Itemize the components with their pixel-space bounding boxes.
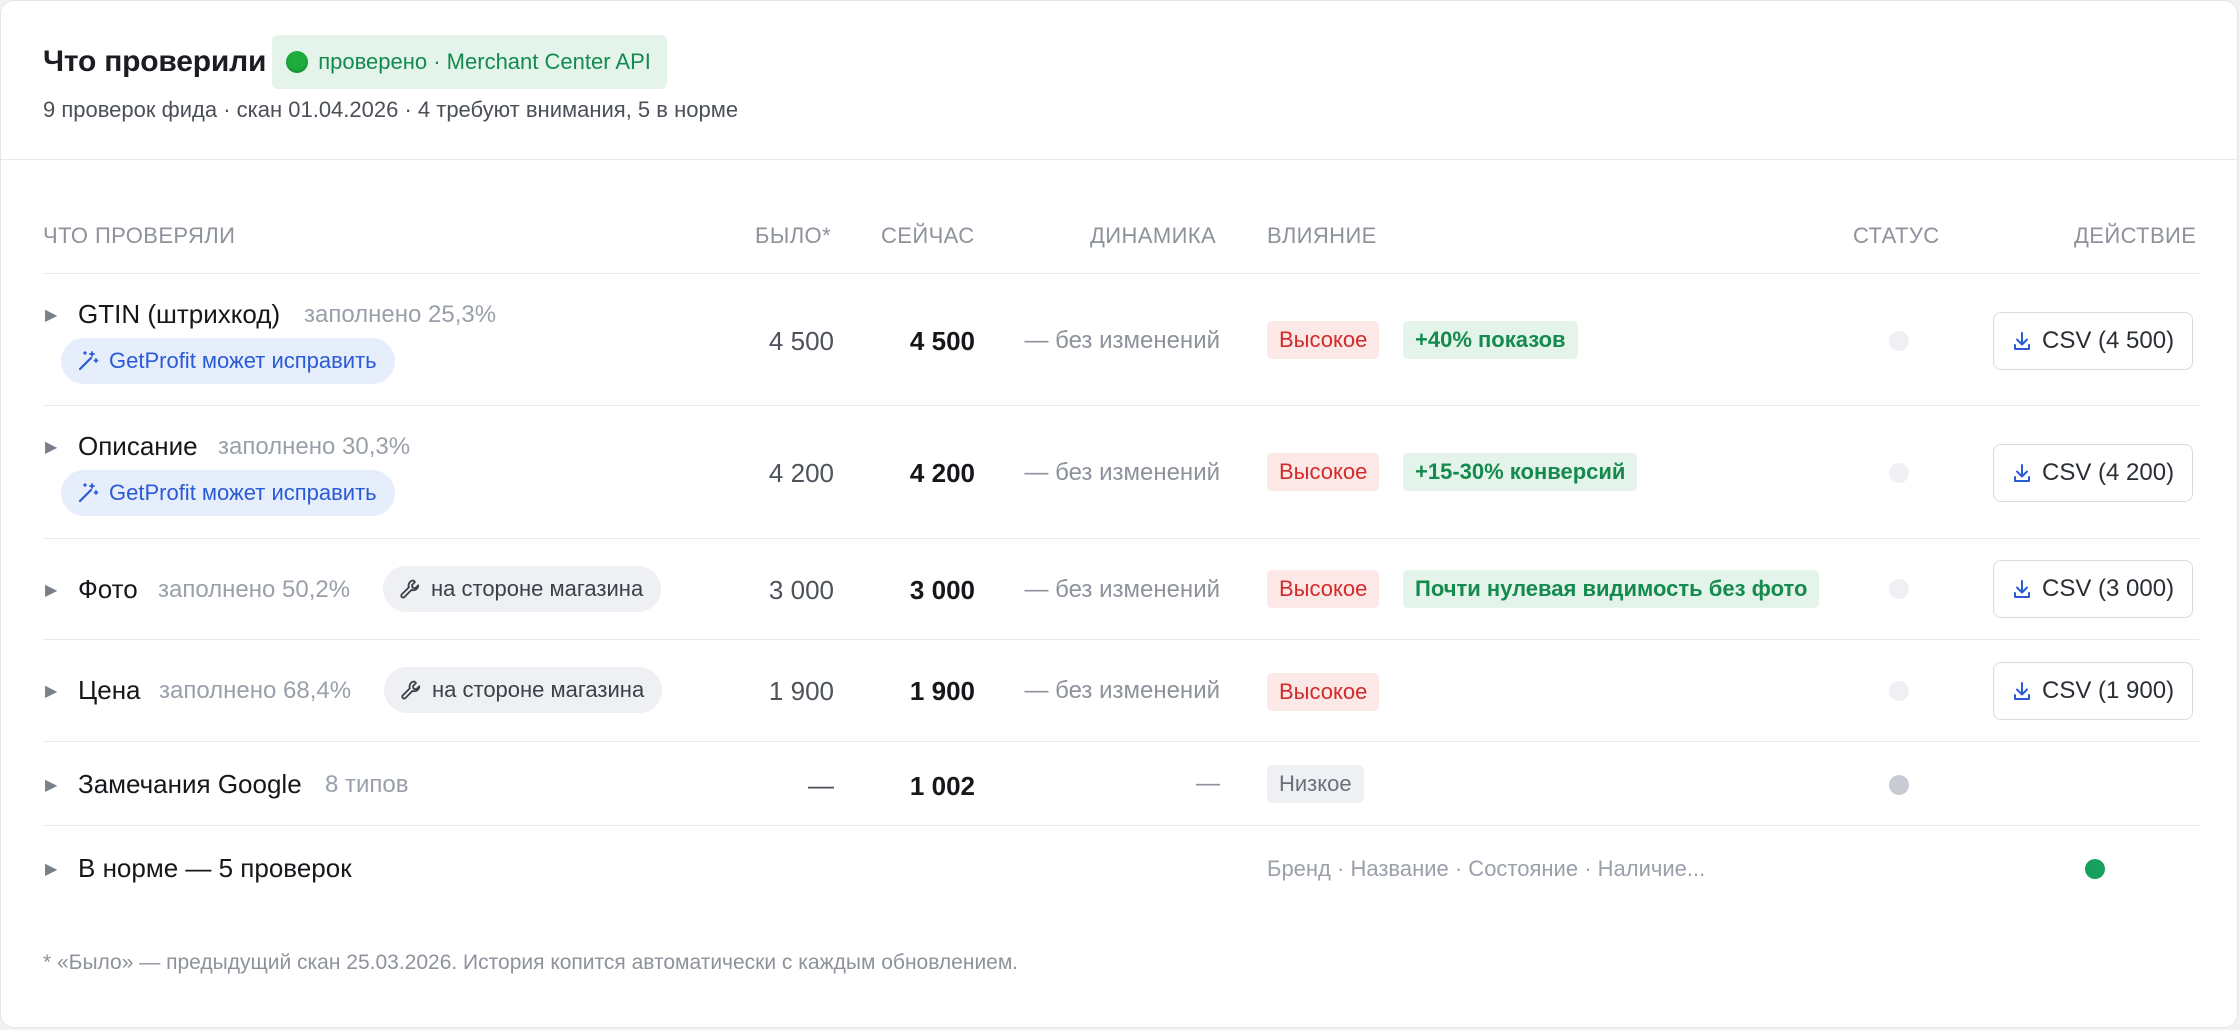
csv-label: CSV (4 200)	[2042, 459, 2175, 486]
status-dot	[1889, 331, 1909, 351]
expand-triangle-icon[interactable]: ▶	[45, 580, 57, 600]
divider	[43, 639, 2199, 640]
card-header: Что проверили проверено · Merchant Cente…	[1, 1, 2237, 160]
row-fill: 8 типов	[325, 771, 409, 798]
row-dynamics: — без изменений	[1024, 459, 1220, 486]
col-header-dynamics: ДИНАМИКА	[1090, 223, 1217, 248]
impact-badge: Высокое	[1267, 673, 1380, 711]
gain-badge: +15-30% конверсий	[1403, 453, 1638, 491]
row-dynamics: —	[1196, 770, 1220, 797]
shop-side-pill: на стороне магазина	[384, 667, 663, 713]
row-was: 3 000	[768, 575, 834, 605]
status-dot	[1889, 463, 1909, 483]
row-now: 1 002	[909, 771, 975, 801]
divider	[43, 405, 2199, 406]
divider	[43, 741, 2199, 742]
card-title: Что проверили	[43, 45, 267, 78]
row-name: Замечания Google	[78, 769, 302, 799]
row-name: Фото	[78, 574, 138, 604]
expand-triangle-icon[interactable]: ▶	[45, 437, 57, 457]
row-dynamics: — без изменений	[1024, 327, 1220, 354]
shop-side-pill: на стороне магазина	[383, 566, 662, 612]
impact-badge: Высокое	[1267, 453, 1380, 491]
csv-label: CSV (4 500)	[2042, 327, 2175, 354]
expand-triangle-icon[interactable]: ▶	[45, 775, 57, 795]
row-name: Цена	[78, 675, 141, 705]
csv-download-button[interactable]: CSV (3 000)	[1993, 560, 2194, 618]
row-now: 4 500	[909, 326, 975, 356]
title-row: Что проверили проверено · Merchant Cente…	[43, 35, 667, 89]
wrench-icon	[401, 680, 421, 700]
row-now: 3 000	[909, 575, 975, 605]
fix-pill[interactable]: GetProfit может исправить	[61, 338, 395, 384]
magic-wand-icon	[78, 483, 99, 503]
csv-label: CSV (3 000)	[2042, 575, 2175, 602]
status-dot	[2085, 859, 2105, 879]
csv-download-button[interactable]: CSV (4 200)	[1993, 444, 2194, 502]
row-was: 4 500	[768, 326, 834, 356]
expand-triangle-icon[interactable]: ▶	[45, 305, 57, 325]
row-dynamics: — без изменений	[1024, 576, 1220, 603]
csv-label: CSV (1 900)	[2042, 677, 2175, 704]
row-now: 1 900	[909, 676, 975, 706]
status-dot	[1889, 775, 1909, 795]
footnote: * «Было» — предыдущий скан 25.03.2026. И…	[43, 951, 1019, 974]
row-fill: заполнено 50,2%	[158, 576, 351, 603]
row-fill: заполнено 30,3%	[218, 433, 411, 460]
row-name: Описание	[78, 431, 198, 461]
col-header-action: ДЕЙСТВИЕ	[2074, 223, 2197, 248]
card-subtitle: 9 проверок фида · скан 01.04.2026 · 4 тр…	[43, 97, 739, 122]
impact-badge: Высокое	[1267, 570, 1380, 608]
row-fill: заполнено 25,3%	[304, 301, 497, 328]
verified-badge: проверено · Merchant Center API	[272, 35, 667, 89]
magic-wand-icon	[78, 351, 99, 371]
row-name: GTIN (штрихкод)	[78, 299, 281, 329]
download-icon	[2014, 332, 2030, 350]
shop-pill-label: на стороне магазина	[431, 576, 644, 601]
gain-badge: Почти нулевая видимость без фото	[1403, 570, 1820, 608]
col-header-status: СТАТУС	[1853, 223, 1940, 248]
status-dot	[1889, 681, 1909, 701]
expand-triangle-icon[interactable]: ▶	[45, 859, 57, 879]
csv-download-button[interactable]: CSV (4 500)	[1993, 312, 2194, 370]
csv-download-button[interactable]: CSV (1 900)	[1993, 662, 2194, 720]
shop-pill-label: на стороне магазина	[432, 677, 645, 702]
divider	[43, 825, 2199, 826]
row-name: В норме — 5 проверок	[78, 853, 352, 883]
divider	[43, 273, 2199, 274]
expand-triangle-icon[interactable]: ▶	[45, 681, 57, 701]
status-dot	[1889, 579, 1909, 599]
col-header-what: ЧТО ПРОВЕРЯЛИ	[43, 223, 236, 248]
col-header-now: СЕЙЧАС	[881, 223, 975, 248]
download-icon	[2014, 580, 2030, 598]
wrench-icon	[400, 579, 420, 599]
row-was: —	[808, 770, 834, 800]
fix-pill-label: GetProfit может исправить	[109, 348, 377, 373]
divider	[43, 538, 2199, 539]
download-icon	[2014, 682, 2030, 700]
impact-badge: Высокое	[1267, 321, 1380, 359]
gain-badge: +40% показов	[1403, 321, 1578, 359]
fix-pill-label: GetProfit может исправить	[109, 480, 377, 505]
col-header-was: БЫЛО*	[755, 223, 832, 248]
checks-card: Что проверили проверено · Merchant Cente…	[0, 0, 2238, 1028]
fix-pill[interactable]: GetProfit может исправить	[61, 470, 395, 516]
row-now: 4 200	[909, 458, 975, 488]
row-dynamics: — без изменений	[1024, 677, 1220, 704]
verified-label: проверено · Merchant Center API	[318, 49, 651, 74]
impact-badge: Низкое	[1267, 765, 1364, 803]
ok-checks-list: Бренд · Название · Состояние · Наличие..…	[1267, 856, 1706, 881]
row-was: 4 200	[768, 458, 834, 488]
col-header-impact: ВЛИЯНИЕ	[1267, 223, 1377, 248]
row-was: 1 900	[768, 676, 834, 706]
green-circle-icon	[286, 51, 309, 73]
row-fill: заполнено 68,4%	[159, 677, 352, 704]
download-icon	[2014, 464, 2030, 482]
